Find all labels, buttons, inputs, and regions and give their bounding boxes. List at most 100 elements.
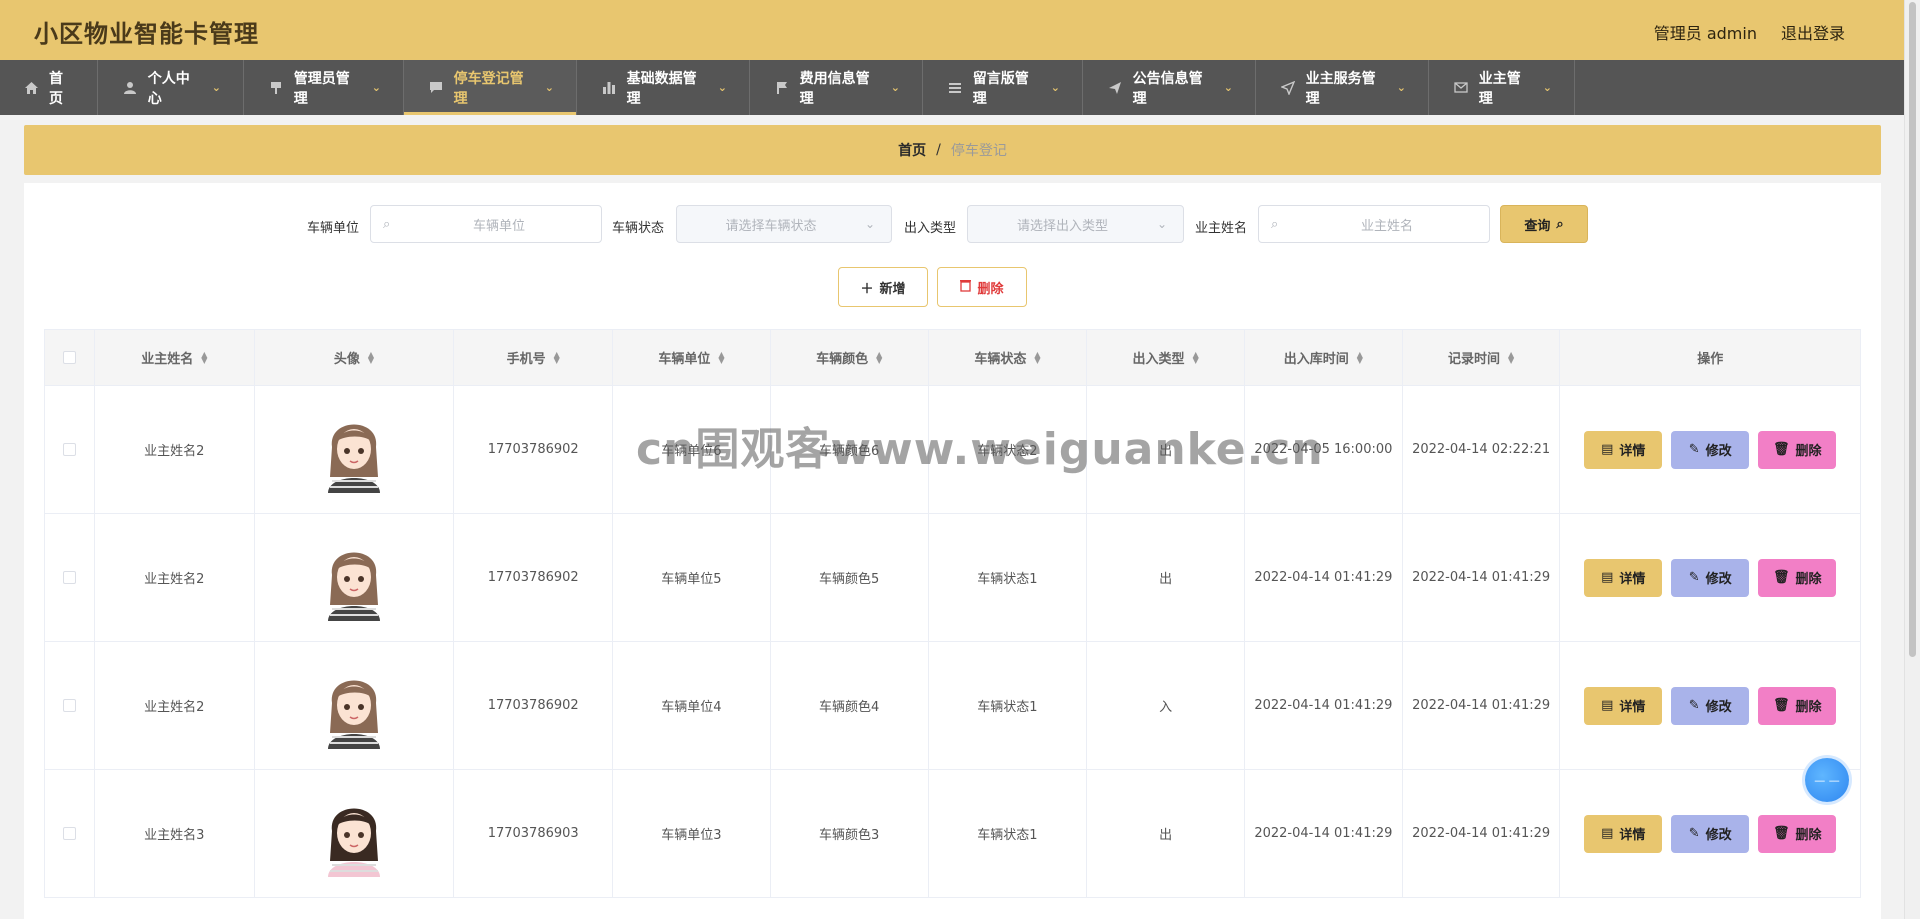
avatar-image — [315, 534, 392, 621]
select-cell — [45, 642, 95, 769]
query-button[interactable]: 查询 ⌕ — [1500, 205, 1588, 243]
header-in-out-time[interactable]: 出入库时间 ▲ ▼ — [1245, 330, 1403, 385]
nav-item-notices[interactable]: 公告信息管理 ⌄ — [1083, 60, 1256, 115]
logout-link[interactable]: 退出登录 — [1781, 20, 1845, 44]
document-icon: ▤ — [1601, 698, 1614, 713]
nav-item-profile[interactable]: 个人中心 ⌄ — [98, 60, 244, 115]
unit-placeholder: 车辆单位 — [472, 218, 525, 234]
detail-button[interactable]: ▤ 详情 — [1584, 430, 1663, 469]
edit-button[interactable]: ✎ 修改 — [1671, 686, 1750, 725]
edit-button[interactable]: ✎ 修改 — [1671, 814, 1750, 853]
header-status[interactable]: 车辆状态 ▲ ▼ — [929, 330, 1088, 385]
select-cell — [45, 386, 95, 513]
search-icon: ⌕ — [1271, 216, 1279, 232]
chevron-down-icon: ⌄ — [890, 81, 900, 94]
app-title: 小区物业智能卡管理 — [34, 20, 259, 48]
table-row: 业主姓名2 17703786902 车辆单位5 车辆颜色5 车辆状态1 出 20… — [45, 514, 1860, 642]
cell-owner: 业主姓名3 — [95, 770, 255, 897]
header-label: 出入类型 — [1132, 352, 1185, 367]
delete-button[interactable]: 🗑 删除 — [1758, 430, 1837, 469]
breadcrumb-current: 停车登记 — [950, 143, 1007, 159]
cell-owner: 业主姓名2 — [95, 514, 255, 641]
nav-item-owner-service[interactable]: 业主服务管理 ⌄ — [1256, 60, 1429, 115]
table-header: 业主姓名 ▲ ▼ 头像 ▲ ▼ 手机号 ▲ ▼ 车辆单位 ▲ ▼ 车辆颜色 ▲ ▼ 车辆状态 ▲ ▼ 出… — [45, 330, 1860, 386]
header-type[interactable]: 出入类型 ▲ ▼ — [1087, 330, 1245, 385]
delete-button[interactable]: 🗑 删除 — [1758, 814, 1837, 853]
cell-type: 出 — [1087, 770, 1245, 897]
header-avatar[interactable]: 头像 ▲ ▼ — [255, 330, 455, 385]
sort-icon: ▲ ▼ — [1508, 349, 1515, 365]
user-icon — [122, 80, 138, 96]
header-unit[interactable]: 车辆单位 ▲ ▼ — [613, 330, 771, 385]
parking-table: 业主姓名 ▲ ▼ 头像 ▲ ▼ 手机号 ▲ ▼ 车辆单位 ▲ ▼ 车辆颜色 ▲ ▼ 车辆状态 ▲ ▼ 出… — [44, 329, 1861, 898]
cell-record-time: 2022-04-14 02:22:21 — [1403, 386, 1561, 513]
admin-icon — [268, 80, 284, 96]
delete-button[interactable]: 🗑 删除 — [1758, 558, 1837, 597]
detail-label: 详情 — [1619, 572, 1646, 587]
cell-phone: 17703786902 — [454, 642, 614, 769]
select-all-checkbox[interactable] — [62, 351, 76, 364]
cell-phone: 17703786902 — [454, 514, 614, 641]
trash-icon: 🗑 — [1772, 826, 1790, 841]
detail-label: 详情 — [1619, 444, 1646, 459]
unit-input[interactable]: ⌕ 车辆单位 — [370, 205, 602, 243]
type-label: 出入类型 — [904, 221, 957, 236]
nav-item-basic-data[interactable]: 基础数据管理 ⌄ — [577, 60, 750, 115]
delete-button[interactable]: 🗑 删除 — [1758, 686, 1837, 725]
cell-type: 出 — [1087, 514, 1245, 641]
nav-item-admin[interactable]: 管理员管理 ⌄ — [244, 60, 404, 115]
breadcrumb: 首页 / 停车登记 — [24, 125, 1881, 175]
nav-item-fees[interactable]: 费用信息管理 ⌄ — [750, 60, 923, 115]
edit-button[interactable]: ✎ 修改 — [1671, 558, 1750, 597]
nav-item-messages[interactable]: 留言版管理 ⌄ — [923, 60, 1083, 115]
cell-status: 车辆状态1 — [929, 770, 1088, 897]
add-button[interactable]: ＋ 新增 — [838, 267, 928, 307]
vertical-scrollbar[interactable] — [1904, 0, 1920, 919]
row-checkbox[interactable] — [62, 699, 76, 712]
pencil-icon: ✎ — [1688, 698, 1700, 713]
sort-icon: ▲ ▼ — [367, 349, 375, 365]
header-phone[interactable]: 手机号 ▲ ▼ — [454, 330, 614, 385]
chevron-down-icon: ⌄ — [371, 81, 381, 94]
batch-delete-button[interactable]: 删除 — [937, 267, 1027, 307]
header-color[interactable]: 车辆颜色 ▲ ▼ — [771, 330, 929, 385]
breadcrumb-home[interactable]: 首页 — [898, 140, 926, 160]
detail-button[interactable]: ▤ 详情 — [1584, 686, 1663, 725]
row-checkbox[interactable] — [62, 571, 76, 584]
status-select[interactable]: 请选择车辆状态 ⌄ — [676, 205, 892, 243]
cell-color: 车辆颜色6 — [771, 386, 929, 513]
sort-icon: ▲ ▼ — [201, 349, 208, 365]
header-owner[interactable]: 业主姓名 ▲ ▼ — [95, 330, 255, 385]
cell-ops: ▤ 详情 ✎ 修改 🗑 删除 — [1560, 386, 1860, 513]
chevron-down-icon: ⌄ — [865, 217, 876, 231]
nav-label: 费用信息管理 — [799, 70, 870, 107]
main-nav: 首页 个人中心 ⌄ 管理员管理 ⌄ 停车登记管理 ⌄ 基础数据管理 ⌄ 费用信息… — [0, 60, 1905, 115]
cell-color: 车辆颜色5 — [771, 514, 929, 641]
cell-type: 入 — [1087, 642, 1245, 769]
detail-button[interactable]: ▤ 详情 — [1584, 558, 1663, 597]
owner-input[interactable]: ⌕ 业主姓名 — [1258, 205, 1490, 243]
row-actions: ▤ 详情 ✎ 修改 🗑 删除 — [1584, 558, 1837, 597]
detail-button[interactable]: ▤ 详情 — [1584, 814, 1663, 853]
nav-item-owners[interactable]: 业主管理 ⌄ — [1429, 60, 1575, 115]
header-record-time[interactable]: 记录时间 ▲ ▼ — [1403, 330, 1561, 385]
row-checkbox[interactable] — [62, 827, 76, 840]
floating-assistant-button[interactable]: — — — [1805, 758, 1849, 802]
owner-label: 业主姓名 — [1195, 221, 1248, 236]
header-label: 车辆单位 — [658, 352, 711, 367]
sort-icon: ▲ ▼ — [1356, 349, 1363, 365]
nav-label: 业主管理 — [1478, 70, 1521, 107]
trash-icon: 🗑 — [1772, 698, 1790, 713]
edit-button[interactable]: ✎ 修改 — [1671, 430, 1750, 469]
header-label: 车辆颜色 — [816, 352, 869, 367]
table-body: 业主姓名2 17703786902 车辆单位6 车辆颜色6 车辆状态2 出 20… — [45, 386, 1860, 898]
breadcrumb-separator: / — [936, 142, 941, 158]
row-checkbox[interactable] — [62, 443, 76, 456]
scrollbar-thumb[interactable] — [1909, 2, 1916, 657]
nav-item-parking[interactable]: 停车登记管理 ⌄ — [404, 60, 577, 115]
nav-item-home[interactable]: 首页 — [0, 60, 98, 115]
current-user[interactable]: 管理员 admin — [1654, 20, 1757, 44]
type-select[interactable]: 请选择出入类型 ⌄ — [967, 205, 1184, 243]
home-icon — [24, 80, 39, 96]
table-row: 业主姓名2 17703786902 车辆单位6 车辆颜色6 车辆状态2 出 20… — [45, 386, 1860, 514]
